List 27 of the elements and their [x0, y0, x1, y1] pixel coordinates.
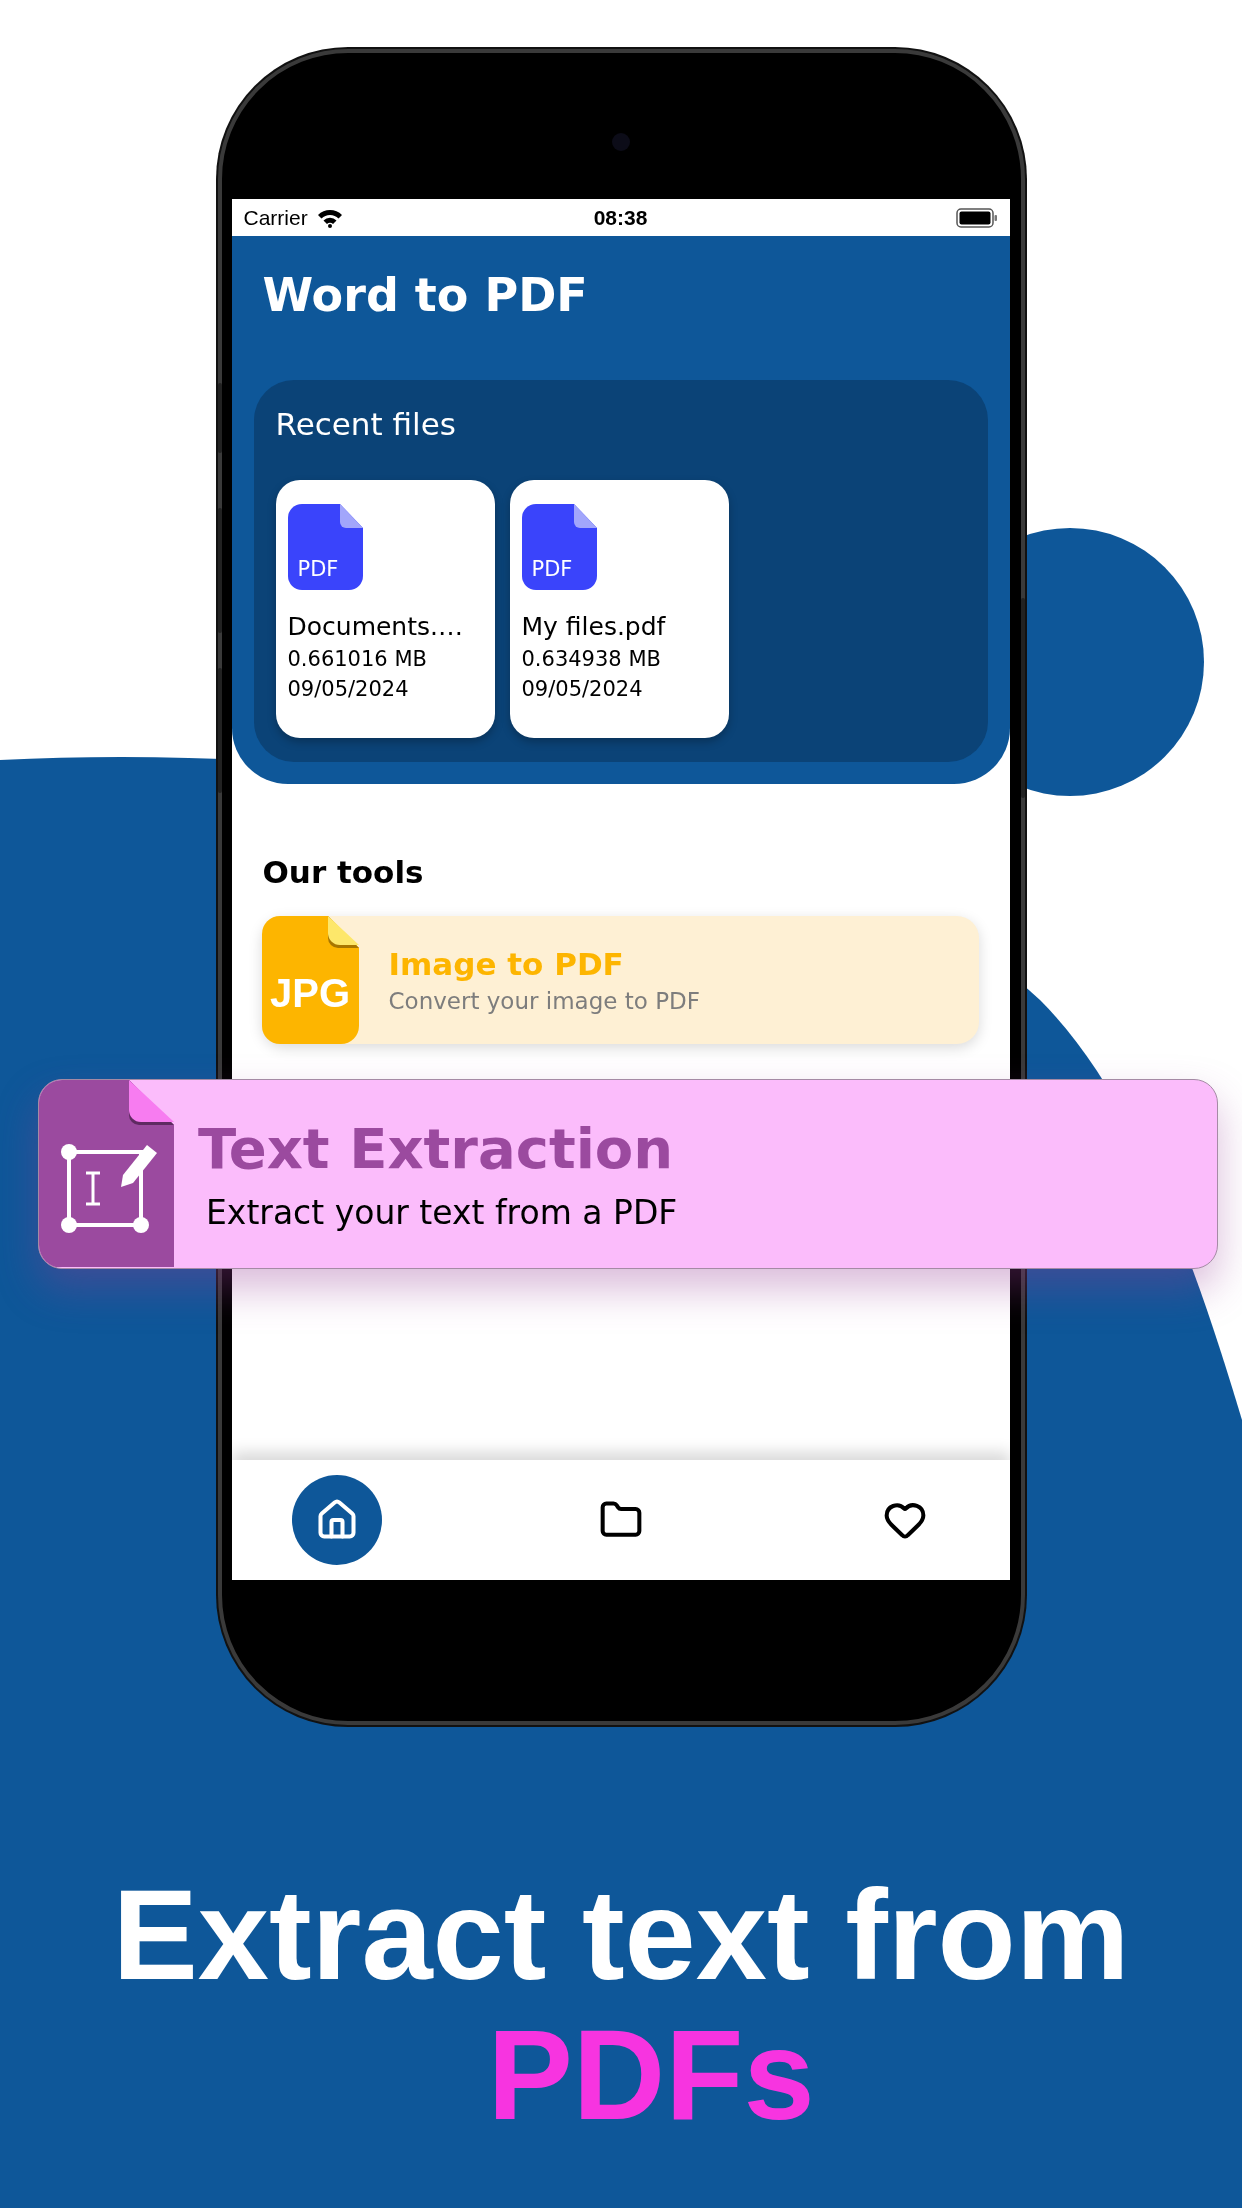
file-date: 09/05/2024 — [287, 677, 409, 701]
headline-highlight: PDFs — [487, 2005, 815, 2145]
clock-time: 08:38 — [593, 205, 648, 230]
feature-title: Text Extraction — [198, 1116, 675, 1181]
battery-icon — [955, 207, 998, 228]
file-size: 0.661016 MB — [287, 647, 427, 671]
file-name: Documents.… — [287, 612, 463, 641]
camera-icon — [612, 133, 630, 151]
pdf-file-icon: PDF — [287, 504, 363, 590]
file-name: My files.pdf — [521, 612, 666, 641]
text-edit-icon — [39, 1080, 174, 1267]
tool-card[interactable]: JPG Image to PDF Convert your image to PDF — [261, 916, 979, 1044]
feature-description: Extract your text from a PDF — [206, 1193, 678, 1232]
text-extraction-card[interactable]: Text Extraction Extract your text from a PDF — [38, 1079, 1218, 1269]
jpg-file-icon: JPG — [261, 916, 359, 1044]
tool-title: Image to PDF — [388, 946, 625, 982]
file-date: 09/05/2024 — [521, 677, 643, 701]
app-title: Word to PDF — [262, 267, 588, 324]
section-title: Recent files — [275, 405, 456, 444]
file-card[interactable]: PDF Documents.… 0.661016 MB 09/05/2024 — [275, 480, 495, 738]
tool-description: Convert your image to PDF — [388, 988, 700, 1014]
pdf-file-icon: PDF — [521, 504, 597, 590]
file-card[interactable]: PDF My files.pdf 0.634938 MB 09/05/2024 — [509, 480, 729, 738]
section-title: Our tools — [262, 854, 424, 890]
file-size: 0.634938 MB — [521, 647, 661, 671]
carrier-label: Carrier — [243, 205, 308, 230]
headline: Extract text from — [112, 1865, 1130, 2005]
